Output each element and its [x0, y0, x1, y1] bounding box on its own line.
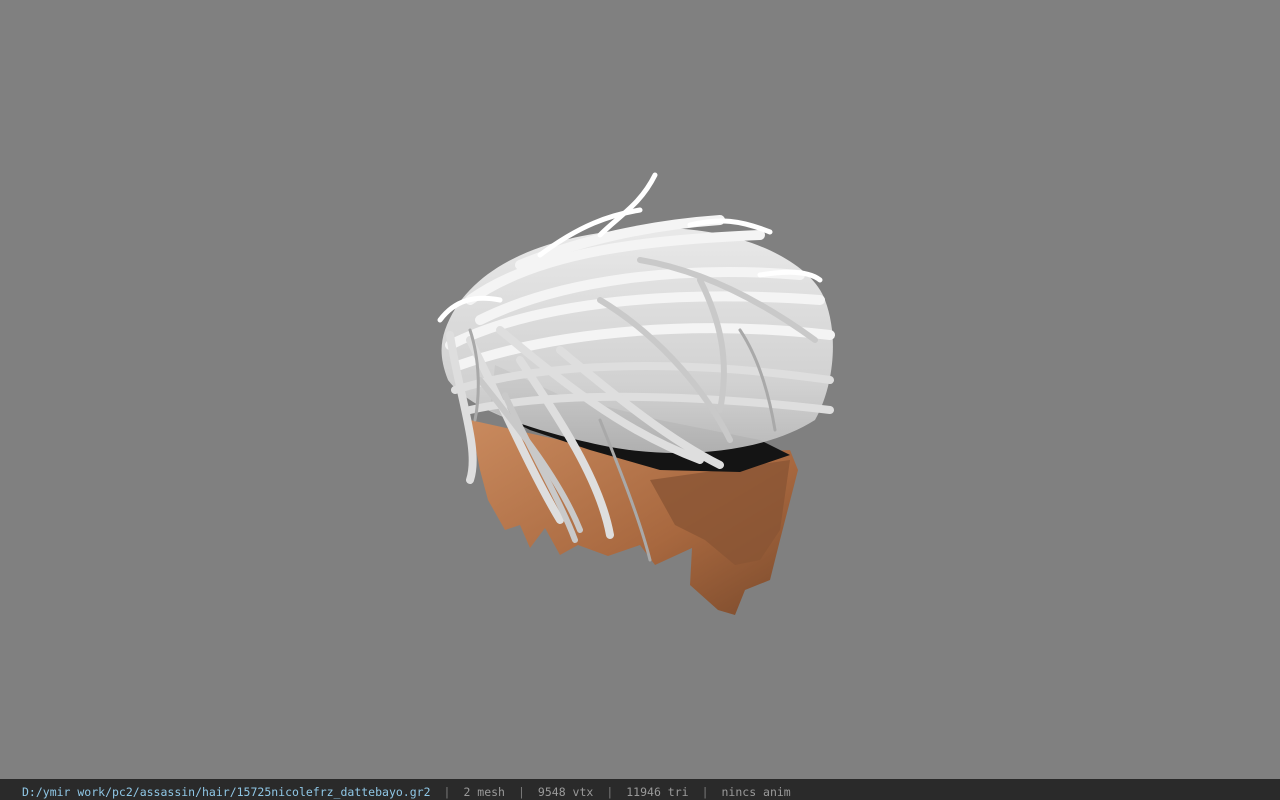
animation-status: nincs anim	[721, 785, 791, 799]
status-bar: D:/ymir work/pc2/assassin/hair/15725nico…	[0, 779, 1280, 800]
status-separator: |	[517, 785, 525, 799]
mesh-count: 2 mesh	[463, 785, 505, 799]
status-separator: |	[606, 785, 614, 799]
triangle-count: 11946 tri	[626, 785, 689, 799]
hair-model-icon[interactable]	[0, 0, 1280, 779]
vertex-count: 9548 vtx	[537, 785, 594, 799]
status-separator: |	[701, 785, 709, 799]
status-separator: |	[443, 785, 451, 799]
file-path: D:/ymir work/pc2/assassin/hair/15725nico…	[22, 785, 431, 799]
3d-viewport[interactable]	[0, 0, 1280, 779]
